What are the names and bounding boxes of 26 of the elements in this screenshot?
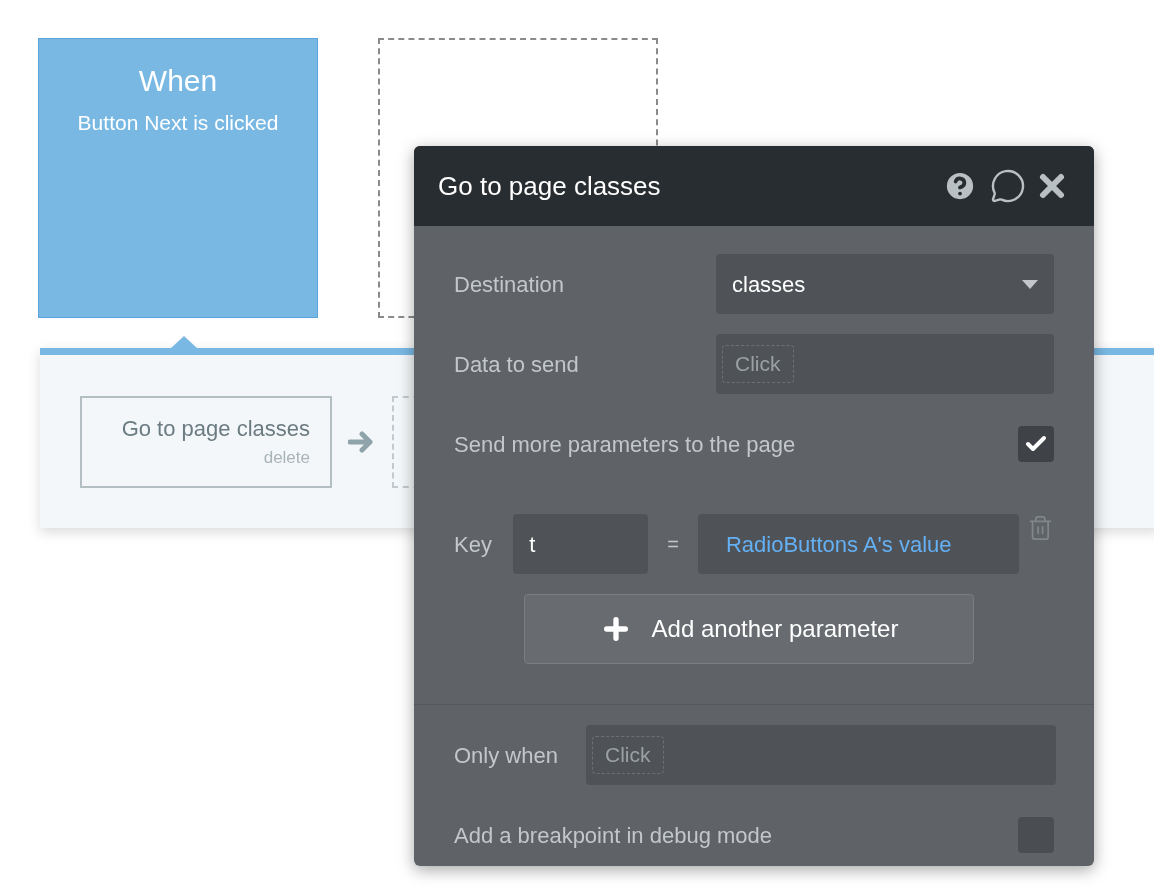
event-subtitle: Button Next is clicked [77,110,279,136]
action-title: Go to page classes [121,415,310,444]
equals-sign: = [666,532,680,557]
field-label: Send more parameters to the page [454,430,797,459]
caret-icon [1022,279,1038,289]
action-card[interactable]: Go to page classes delete [80,395,332,488]
condition-field[interactable]: Click [586,725,1056,785]
field-label: Add a breakpoint in debug mode [454,821,773,850]
checkbox[interactable] [1018,426,1054,462]
data-field[interactable]: Click [716,334,1054,394]
comment-icon[interactable] [990,168,1026,204]
arrow-icon [348,429,376,454]
event-title: When [138,63,218,99]
field-label: Data to send [454,350,580,379]
event-card[interactable]: When Button Next is clicked [38,38,318,318]
destination-dropdown[interactable]: classes [716,254,1054,314]
dialog-title: Go to page classes [438,169,662,203]
add-parameter-button[interactable]: Add another parameter [524,594,974,664]
field-label: Only when [454,741,559,770]
field-label: Destination [454,270,566,299]
value-field[interactable]: RadioButtons A's value [697,514,1020,574]
expression-placeholder[interactable]: Click [592,736,664,774]
field-label: Key [454,530,493,559]
key-field[interactable]: t [513,514,649,574]
delete-link[interactable]: delete [263,445,310,471]
expression-placeholder[interactable]: Click [722,345,794,383]
